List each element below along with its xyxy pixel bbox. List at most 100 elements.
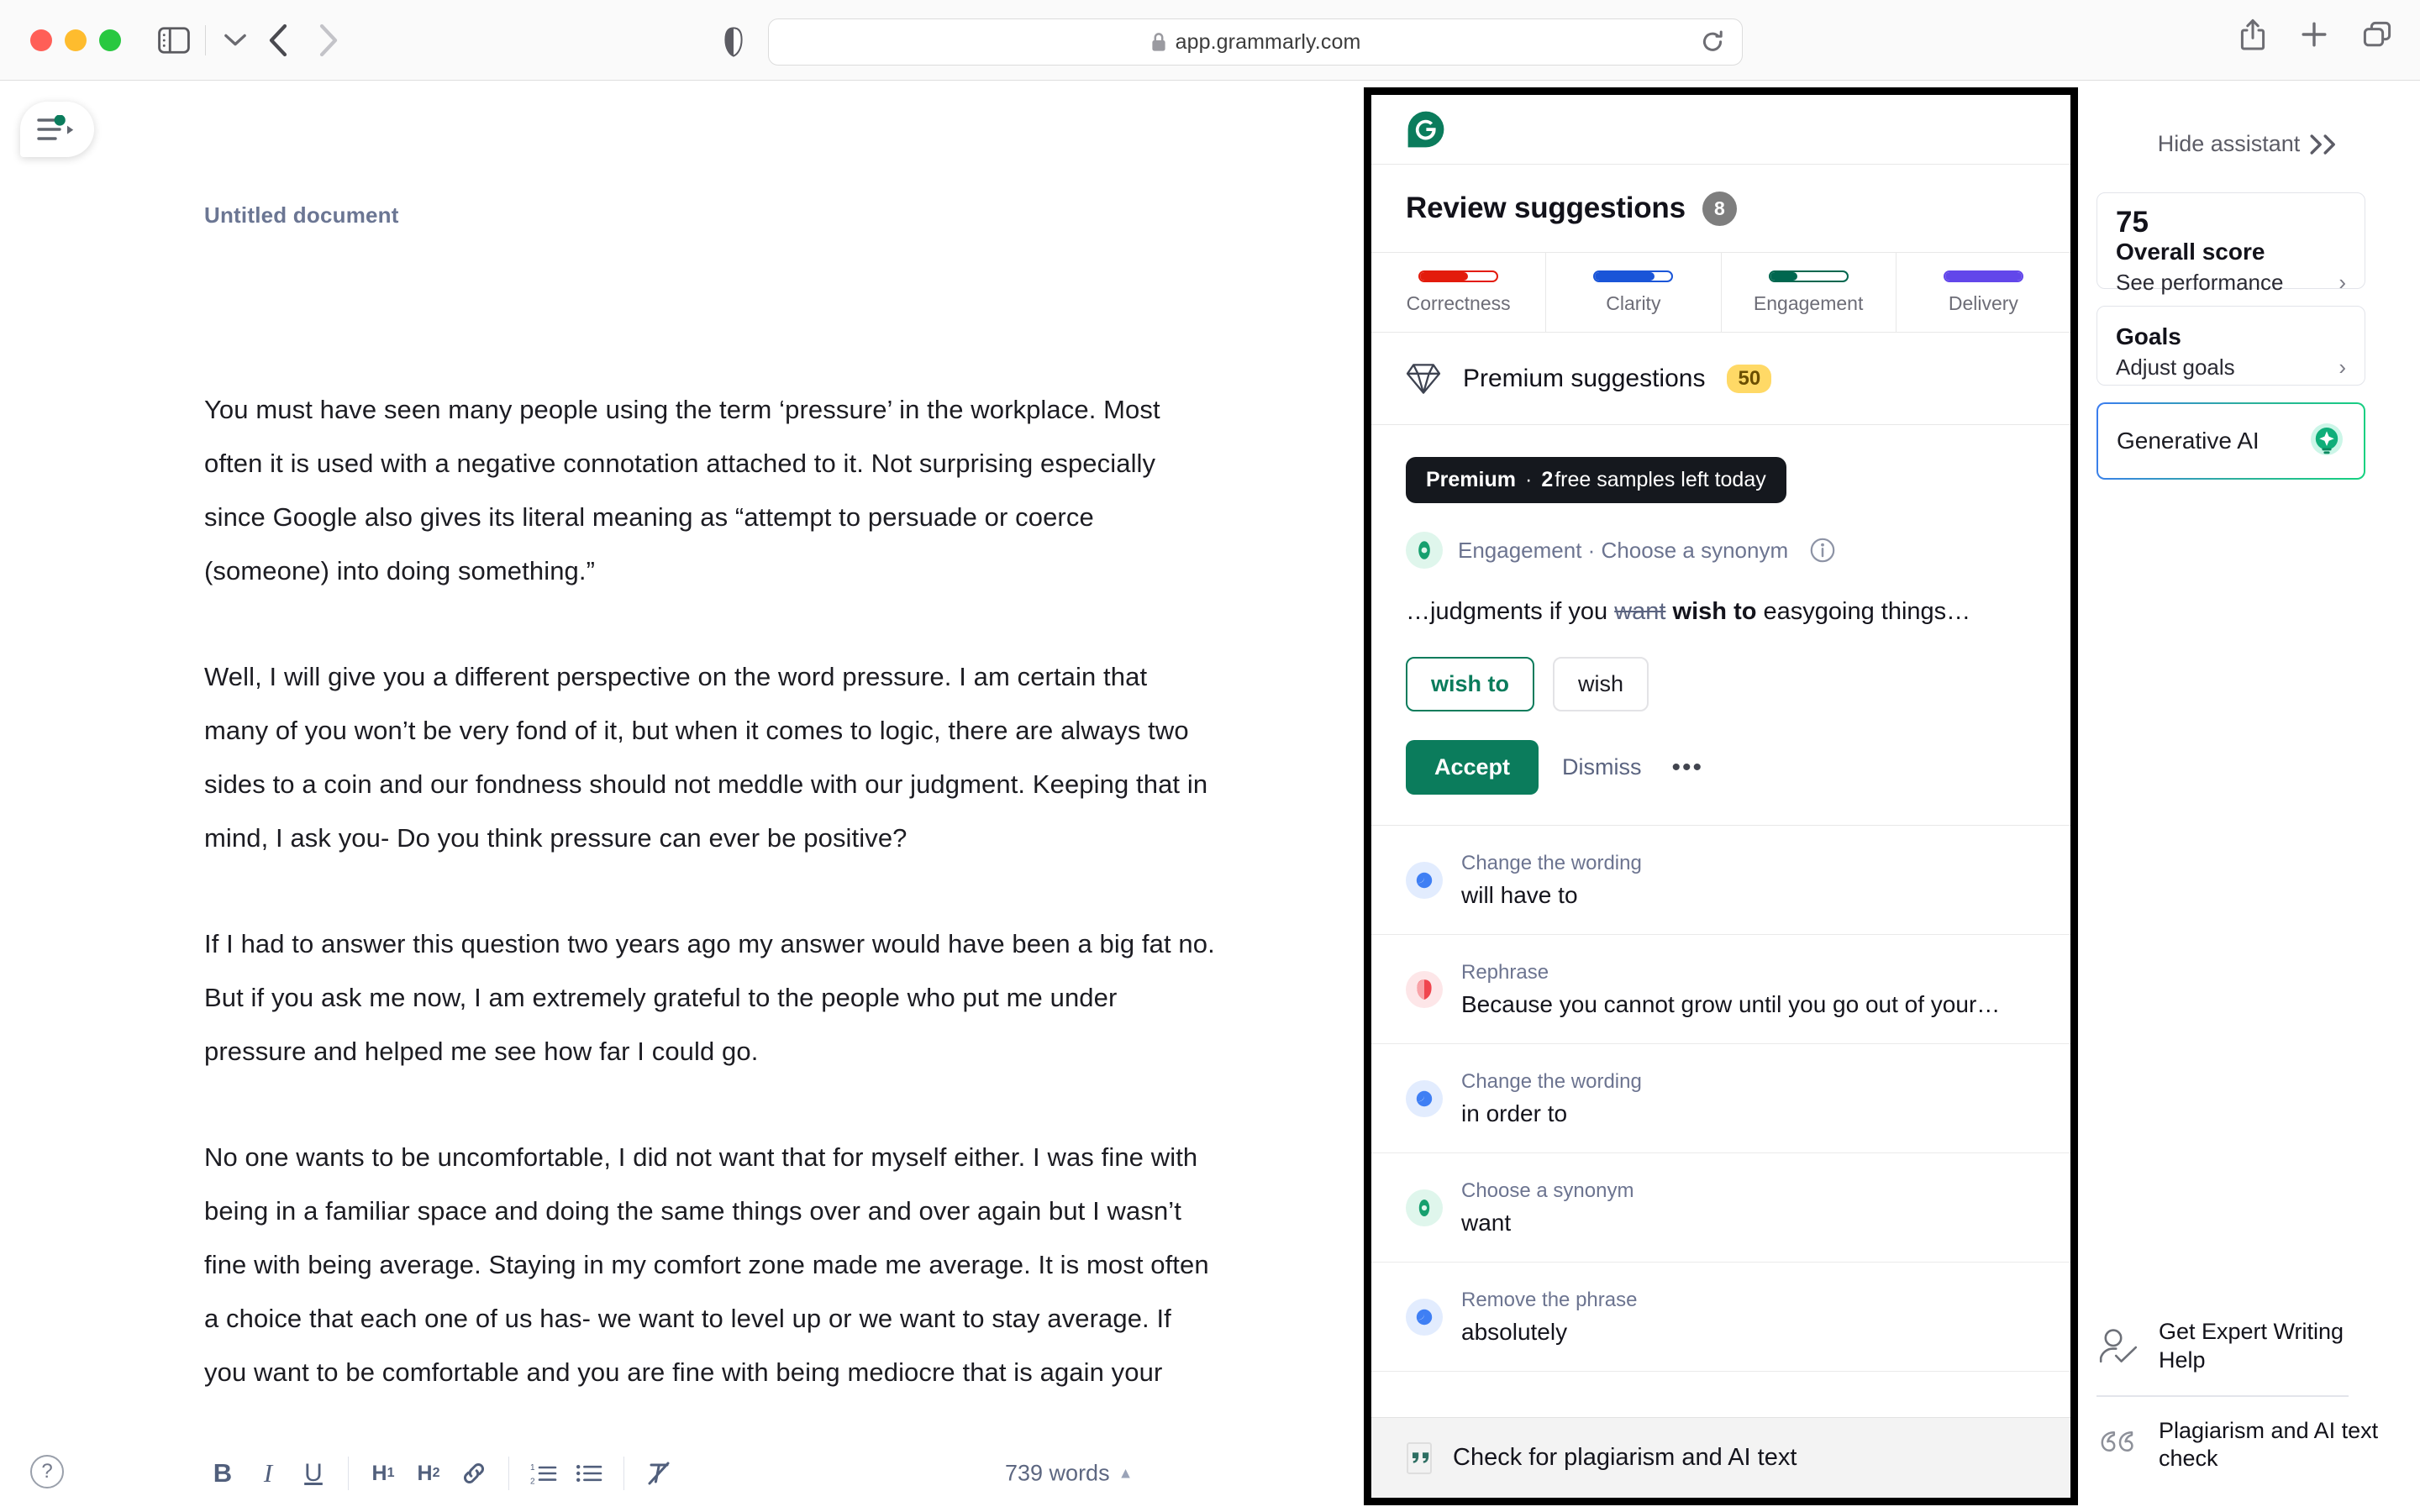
more-options-icon[interactable]: •••	[1665, 753, 1711, 782]
italic-button[interactable]: I	[245, 1451, 291, 1496]
tab-clarity[interactable]: Clarity	[1546, 253, 1722, 332]
alternative-option-selected[interactable]: wish to	[1406, 657, 1534, 712]
new-tab-icon[interactable]	[2301, 21, 2328, 48]
person-check-icon	[2096, 1327, 2140, 1366]
tab-label: Engagement	[1753, 291, 1864, 314]
list-item[interactable]: Change the wording in order to	[1371, 1044, 2070, 1154]
generative-ai-card[interactable]: Generative AI	[2096, 402, 2365, 480]
alternative-option[interactable]: wish	[1553, 657, 1649, 712]
bullet-list-icon[interactable]	[566, 1451, 612, 1496]
overall-score-value: 75	[2116, 206, 2149, 239]
choose-synonym-icon	[1406, 1189, 1443, 1226]
lock-icon	[1150, 32, 1167, 52]
chevron-right-icon: ›	[2338, 269, 2346, 295]
suggestion-kind: Remove the phrase	[1461, 1288, 1638, 1311]
goals-card[interactable]: Goals Adjust goals ›	[2096, 306, 2365, 386]
clear-formatting-icon[interactable]	[636, 1451, 681, 1496]
close-window-button[interactable]	[30, 29, 52, 51]
sentence-replacement: wish to	[1665, 598, 1757, 625]
remove-phrase-icon	[1406, 1298, 1443, 1336]
goals-label: Goals	[2116, 323, 2181, 349]
check-plagiarism-bar[interactable]: Check for plagiarism and AI text	[1371, 1417, 2070, 1498]
minimize-window-button[interactable]	[65, 29, 87, 51]
sidebar-item-plagiarism-check[interactable]: Plagiarism and AI text check	[2096, 1400, 2392, 1491]
heading1-button[interactable]: H1	[360, 1451, 406, 1496]
tab-label: Delivery	[1948, 291, 2018, 314]
tab-delivery[interactable]: Delivery	[1897, 253, 2070, 332]
tab-overview-icon[interactable]	[2363, 21, 2391, 48]
ordered-list-icon[interactable]: 12	[521, 1451, 566, 1496]
suggestion-value: will have to	[1461, 881, 1578, 908]
tab-label: Correctness	[1406, 291, 1511, 314]
document-editor-pane: Untitled document You must have seen man…	[0, 81, 1364, 1512]
browser-right-actions	[2240, 18, 2391, 50]
tab-engagement[interactable]: Engagement	[1722, 253, 1897, 332]
document-outline-toggle[interactable]	[20, 102, 94, 157]
alternatives-row: wish to wish	[1406, 657, 2036, 712]
word-count-label: 739 words	[1005, 1460, 1110, 1486]
adjust-goals-label: Adjust goals	[2116, 354, 2235, 380]
suggestions-count-badge: 8	[1702, 191, 1737, 226]
list-item[interactable]: Remove the phrase absolutely	[1371, 1263, 2070, 1373]
double-chevron-right-icon	[2310, 134, 2340, 155]
quote-icon	[1406, 1441, 1434, 1475]
suggestion-preview-sentence: …judgments if you want wish to easygoing…	[1406, 596, 2036, 628]
score-tabs: Correctness Clarity Engagement Delivery	[1371, 253, 2070, 333]
share-icon[interactable]	[2240, 18, 2265, 50]
svg-text:1: 1	[530, 1463, 535, 1473]
heading1-label: H	[371, 1461, 387, 1485]
diamond-icon	[1406, 363, 1441, 395]
accept-button[interactable]: Accept	[1406, 740, 1539, 795]
chip-premium-label: Premium	[1426, 468, 1516, 491]
suggestion-kind: Rephrase	[1461, 960, 1549, 984]
document-paragraph: If I had to answer this question two yea…	[204, 929, 1215, 1066]
chevron-down-icon[interactable]	[224, 33, 246, 48]
change-wording-icon	[1406, 1079, 1443, 1117]
forward-button[interactable]	[318, 24, 339, 57]
link-icon[interactable]	[451, 1451, 497, 1496]
shield-icon[interactable]	[724, 27, 743, 57]
back-button[interactable]	[268, 24, 288, 57]
svg-text:2: 2	[530, 1478, 535, 1486]
sentence-prefix: …judgments if you	[1406, 598, 1615, 625]
address-bar-region: app.grammarly.com	[724, 18, 1743, 66]
change-wording-icon	[1406, 861, 1443, 899]
word-count[interactable]: 739 words ▲	[1005, 1461, 1133, 1487]
document-body[interactable]: You must have seen many people using the…	[204, 383, 1217, 1452]
sidebar-bottom-actions: Get Expert Writing Help Plagiarism and A…	[2096, 1301, 2392, 1490]
sidebar-item-expert-writing-help[interactable]: Get Expert Writing Help	[2096, 1301, 2392, 1392]
heading2-label: H	[417, 1461, 433, 1485]
suggestion-actions: Accept Dismiss •••	[1406, 740, 2036, 825]
list-item[interactable]: Change the wording will have to	[1371, 826, 2070, 936]
underline-button[interactable]: U	[291, 1451, 336, 1496]
assistant-panel: Review suggestions 8 Correctness Clarity…	[1364, 87, 2078, 1505]
reload-icon[interactable]	[1702, 30, 1723, 54]
heading2-button[interactable]: H2	[406, 1451, 451, 1496]
correctness-meter	[1418, 270, 1499, 282]
editor-format-toolbar: B I U H1 H2 12 739 words ▲	[0, 1435, 1364, 1512]
hide-assistant-button[interactable]: Hide assistant	[2158, 131, 2341, 157]
premium-suggestions-row[interactable]: Premium suggestions 50	[1371, 333, 2070, 425]
overall-score-card[interactable]: 75 Overall score See performance ›	[2096, 192, 2365, 295]
document-title[interactable]: Untitled document	[204, 202, 399, 228]
word-count-caret-icon: ▲	[1118, 1464, 1134, 1482]
assistant-logo-row	[1371, 95, 2070, 165]
lightbulb-sparkle-icon	[2308, 423, 2345, 459]
clarity-meter	[1593, 270, 1674, 282]
url-input[interactable]: app.grammarly.com	[768, 18, 1743, 66]
dismiss-button[interactable]: Dismiss	[1562, 754, 1642, 780]
sentence-original-word: want	[1614, 598, 1666, 625]
bold-button[interactable]: B	[200, 1451, 245, 1496]
toolbar-divider	[348, 1457, 349, 1490]
chip-separator: ·	[1524, 468, 1533, 491]
info-icon[interactable]	[1810, 538, 1835, 563]
list-item[interactable]: Choose a synonym want	[1371, 1153, 2070, 1263]
premium-suggestions-count: 50	[1727, 364, 1772, 393]
window-traffic-lights	[30, 29, 121, 51]
list-item[interactable]: Rephrase Because you cannot grow until y…	[1371, 935, 2070, 1045]
maximize-window-button[interactable]	[99, 29, 121, 51]
sidebar-toggle-icon[interactable]	[158, 26, 190, 54]
tab-correctness[interactable]: Correctness	[1371, 253, 1547, 332]
chevron-right-icon: ›	[2338, 354, 2346, 380]
suggestion-kind: Change the wording	[1461, 851, 1642, 874]
